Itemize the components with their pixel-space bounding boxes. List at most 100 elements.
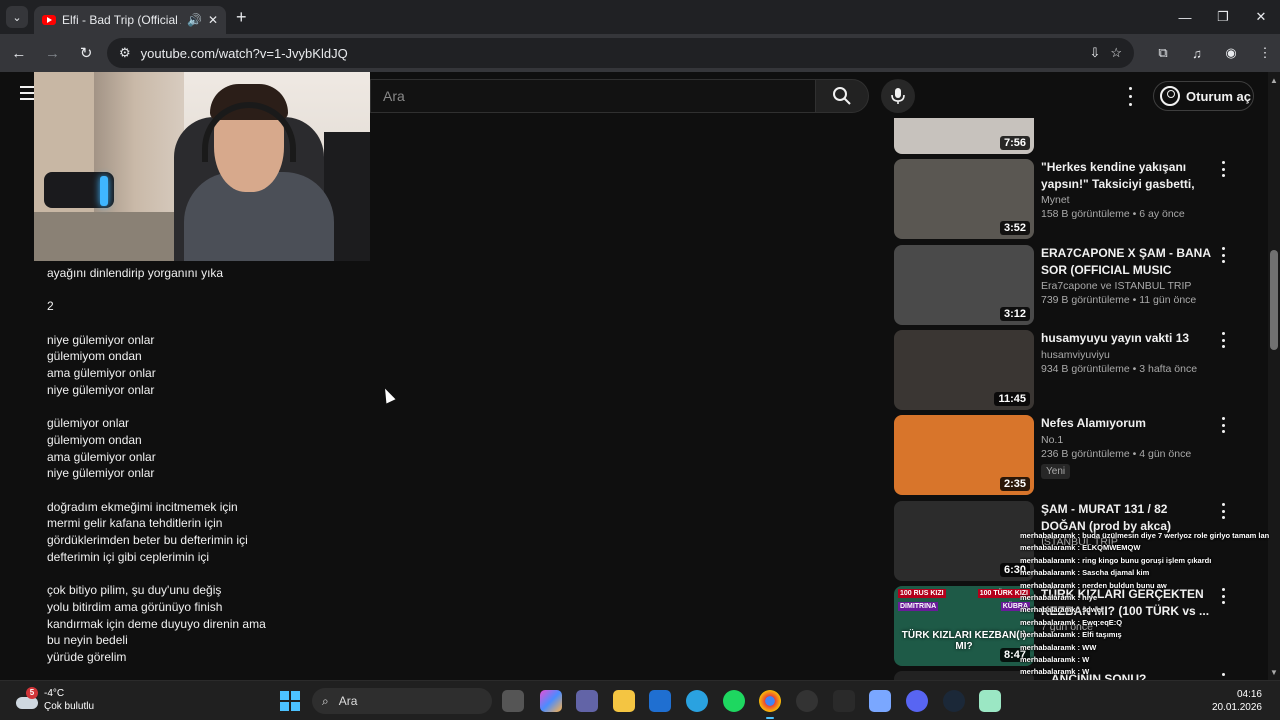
search-input[interactable]: Ara [370,79,816,113]
video-menu-icon[interactable] [1220,247,1226,263]
weather-widget[interactable]: 5 -4°C Çok bulutlu [16,687,94,713]
lyrics-gap [47,315,647,332]
start-button[interactable] [280,691,300,711]
window-close-icon[interactable]: ✕ [1242,0,1280,34]
reload-icon[interactable]: ↻ [71,38,101,68]
chat-username: merhabalaramk [1020,568,1076,578]
video-thumbnail[interactable]: 3:12 [894,245,1034,325]
weather-alert-badge: 5 [26,687,38,699]
back-arrow-icon[interactable]: ← [4,38,34,68]
chat-text: : WW [1077,642,1097,652]
new-badge: Yeni [1041,463,1071,479]
channel-name[interactable]: husamviyuviyu [1041,349,1211,361]
epic-games-icon[interactable] [833,690,855,712]
recommended-video[interactable]: 3:52 "Herkes kendine yakışanı yapsın!" T… [894,159,1254,239]
sign-in-button[interactable]: Oturum aç [1153,81,1254,111]
video-title[interactable]: ERA7CAPONE X ŞAM - BANA SOR (OFFICIAL MU… [1041,245,1211,278]
recommended-video[interactable]: 11:45 husamyuyu yayın vakti 13 husamviyu… [894,330,1254,410]
url-text[interactable]: youtube.com/watch?v=1-JvybKldJQ [141,46,1080,61]
video-menu-icon[interactable] [1220,503,1226,519]
video-thumbnail[interactable]: 3:52 [894,159,1034,239]
video-title[interactable]: husamyuyu yayın vakti 13 [1041,330,1211,347]
forward-arrow-icon[interactable]: → [38,38,68,68]
video-thumbnail[interactable]: 6:30 [894,501,1034,581]
youtube-favicon-icon [42,15,56,25]
video-meta: 934 B görüntüleme • 3 hafta önce [1041,362,1198,375]
video-duration: 7:56 [999,136,1030,150]
video-menu-icon[interactable] [1220,332,1226,348]
speaker-icon[interactable]: 🔊 [187,13,202,27]
obs-icon[interactable] [796,690,818,712]
chat-text: : Elfi taşımış [1077,630,1122,640]
new-tab-button[interactable]: + [236,7,247,28]
lyrics-gap [47,282,647,299]
lyrics-line: niye gülemiyor onlar [47,332,155,347]
lyrics-line: ama gülemiyor onlar [47,366,156,381]
discord-icon[interactable] [906,690,928,712]
scroll-down-arrow-icon[interactable]: ▼ [1270,668,1278,677]
chat-text: : W [1077,667,1090,677]
video-title[interactable]: "Herkes kendine yakışanı yapsın!" Taksic… [1041,159,1211,192]
video-thumbnail[interactable]: 2:35 [894,415,1034,495]
spotify-icon[interactable] [723,690,745,712]
edge-icon[interactable] [686,690,708,712]
video-duration: 3:12 [999,307,1030,321]
bookmark-star-icon[interactable]: ☆ [1110,45,1122,61]
chrome-menu-icon[interactable]: ⋮ [1250,38,1280,68]
settings-more-icon[interactable] [1122,84,1138,108]
clock-time: 04:16 [1236,689,1262,700]
microsoft-store-icon[interactable] [649,690,671,712]
video-duration: 11:45 [994,392,1030,406]
chat-text: : nerden buldun bunu aw [1077,580,1167,590]
tab-close-icon[interactable]: ✕ [208,13,218,27]
video-thumbnail[interactable]: 11:45 [894,330,1034,410]
voice-search-button[interactable] [881,79,915,113]
task-view-icon[interactable] [502,690,524,712]
system-clock[interactable]: 04:16 20.01.2026 [1196,688,1262,714]
scrollbar-thumb[interactable] [1270,250,1278,350]
install-app-icon[interactable]: ⇩ [1089,45,1100,61]
search-button[interactable] [815,79,869,113]
video-duration: 3:52 [999,221,1030,235]
browser-tab[interactable]: Elfi - Bad Trip (Official Audi 🔊 ✕ [34,6,226,34]
lyrics-line: yolu bitirdim ama görünüyo finish [47,599,223,614]
video-title[interactable]: Nefes Alamıyorum [1041,415,1211,432]
extensions-icon[interactable]: ⧉ [1148,38,1178,68]
taskbar-search[interactable]: ⌕ Ara [312,688,492,714]
scroll-up-arrow-icon[interactable]: ▲ [1270,76,1278,85]
stream-chat-overlay: merhabalaramk : buda üzülmesin diye 7 we… [1020,530,1270,680]
lyrics-line: kandırmak için deme duyuyo direnin ama [47,616,266,631]
notepad-icon[interactable] [979,690,1001,712]
address-bar[interactable]: ⚙ youtube.com/watch?v=1-JvybKldJQ ⇩ ☆ [107,38,1134,68]
copilot-icon[interactable] [540,690,562,712]
account-icon [1160,86,1180,106]
webcam-led [100,176,108,206]
profile-icon[interactable]: ◉ [1216,38,1246,68]
file-explorer-icon[interactable] [613,690,635,712]
lyrics-line: mermi gelir kafana tehditlerin için [47,516,223,531]
chat-username: merhabalaramk [1020,555,1076,565]
tab-search-chevron-icon[interactable]: ⌄ [6,6,28,28]
app-icon[interactable] [869,690,891,712]
site-info-icon[interactable]: ⚙ [119,45,131,61]
lyrics-line: defterimin içi gibi ceplerimin içi [47,549,210,564]
steam-icon[interactable] [943,690,965,712]
channel-name[interactable]: Mynet [1041,194,1211,206]
video-menu-icon[interactable] [1220,161,1226,177]
lyrics-gap [47,399,647,416]
video-menu-icon[interactable] [1220,417,1226,433]
channel-name[interactable]: No.1 [1041,434,1211,446]
chrome-icon[interactable] [759,690,781,719]
video-thumbnail[interactable]: TÜRK KIZLARI KEZBAN(!) MI? 100 RUS KIZI 10… [894,586,1034,666]
recommended-video[interactable]: 3:12 ERA7CAPONE X ŞAM - BANA SOR (OFFICI… [894,245,1254,325]
chat-username: merhabalaramk [1020,617,1076,627]
recommended-video[interactable]: 2:35 Nefes Alamıyorum No.1 236 B görüntü… [894,415,1254,495]
restore-icon[interactable]: ❐ [1204,0,1242,34]
minimize-icon[interactable]: — [1166,0,1204,34]
video-thumbnail[interactable]: GERÇEKLER [894,671,1034,680]
recommended-video[interactable]: 7:56 1 Mn görüntüleme • 2 gün önce Yeni [894,118,1254,154]
teams-icon[interactable] [576,690,598,712]
media-controls-icon[interactable]: ♫ [1182,38,1212,68]
channel-name[interactable]: Era7capone ve ISTANBUL TRIP [1041,280,1211,292]
video-thumbnail[interactable]: 7:56 [894,118,1034,154]
